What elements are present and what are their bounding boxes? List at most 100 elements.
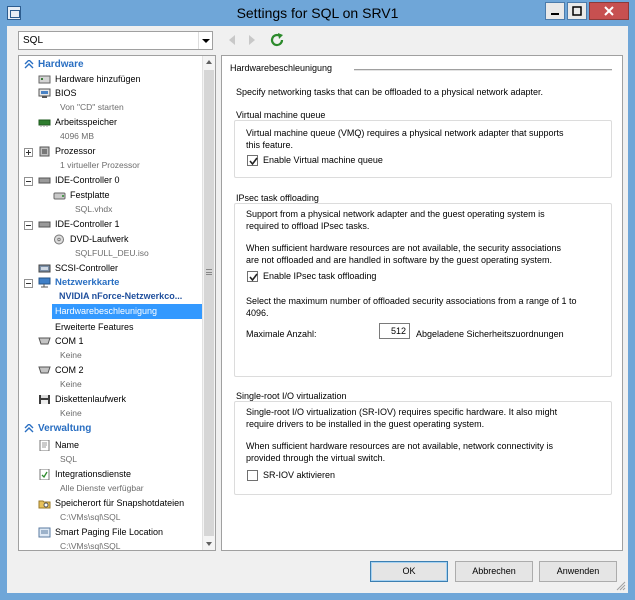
- integration-services-icon: [38, 468, 51, 481]
- apply-button[interactable]: Anwenden: [539, 561, 617, 582]
- vm-select-dropdown[interactable]: SQL: [18, 31, 213, 50]
- smart-paging-icon: [38, 527, 51, 538]
- scroll-down-arrow-icon[interactable]: [206, 542, 212, 546]
- com-port-icon: [38, 336, 51, 347]
- scsi-controller-icon: [38, 263, 51, 274]
- ok-button[interactable]: OK: [370, 561, 448, 582]
- ide-controller-icon: [38, 175, 51, 186]
- resize-grip-icon[interactable]: [616, 581, 626, 591]
- ipsec-range-2: 4096.: [246, 308, 269, 318]
- sriov-desc-2: require drivers to be installed in the g…: [246, 419, 485, 429]
- tree-item-snapshot-location[interactable]: Speicherort für Snapshotdateien: [55, 498, 184, 508]
- scroll-up-arrow-icon[interactable]: [206, 60, 212, 64]
- tree-item-com1[interactable]: COM 1: [55, 336, 84, 346]
- collapse-chevron-icon[interactable]: [24, 424, 34, 434]
- bios-icon: [38, 88, 51, 99]
- heading-divider: [354, 69, 612, 71]
- tree-item-hardware-acceleration[interactable]: Hardwarebeschleunigung: [55, 306, 157, 316]
- tree-sub-bios: Von "CD" starten: [60, 102, 124, 112]
- tree-sub-network-adapter: NVIDIA nForce-Netzwerkco...: [59, 291, 183, 301]
- settings-tree: Hardware Hardware hinzufügen BIOS Von "C…: [18, 55, 216, 551]
- tree-sub-com2: Keine: [60, 379, 82, 389]
- tree-item-bios[interactable]: BIOS: [55, 88, 77, 98]
- tree-item-name[interactable]: Name: [55, 440, 79, 450]
- maximize-button[interactable]: [567, 2, 587, 20]
- processor-icon: [38, 146, 51, 157]
- tree-item-com2[interactable]: COM 2: [55, 365, 84, 375]
- minimize-icon: [551, 13, 559, 15]
- max-count-unit: Abgeladene Sicherheitszuordnungen: [416, 329, 564, 339]
- tree-item-scsi-controller[interactable]: SCSI-Controller: [55, 263, 118, 273]
- collapse-ide1-icon[interactable]: [24, 221, 33, 230]
- sriov-desc-1: Single-root I/O virtualization (SR-IOV) …: [246, 407, 558, 417]
- memory-icon: [38, 117, 51, 128]
- ipsec-desc-4: are not offloaded and are handled in sof…: [246, 255, 553, 265]
- close-button[interactable]: [589, 2, 629, 20]
- tree-item-ide-controller-1[interactable]: IDE-Controller 1: [55, 219, 120, 229]
- max-count-label: Maximale Anzahl:: [246, 329, 317, 339]
- back-arrow-icon[interactable]: [227, 34, 237, 46]
- tree-scrollbar[interactable]: [202, 56, 215, 550]
- tree-sub-integration-services: Alle Dienste verfügbar: [60, 483, 144, 493]
- tree-item-memory[interactable]: Arbeitsspeicher: [55, 117, 117, 127]
- com-port-icon: [38, 365, 51, 376]
- sriov-desc-3: When sufficient hardware resources are n…: [246, 441, 553, 451]
- checkmark-icon: [249, 157, 258, 166]
- minimize-button[interactable]: [545, 2, 565, 20]
- dropdown-arrow-icon[interactable]: [198, 32, 212, 49]
- vmq-checkbox[interactable]: [247, 155, 258, 166]
- window-title: Settings for SQL on SRV1: [236, 5, 399, 21]
- refresh-icon[interactable]: [269, 32, 285, 48]
- tree-item-network-adapter[interactable]: Netzwerkkarte: [55, 277, 119, 288]
- panel-intro: Specify networking tasks that can be off…: [236, 87, 544, 97]
- tree-item-floppy-drive[interactable]: Diskettenlaufwerk: [55, 394, 126, 404]
- tree-scrollbar-thumb[interactable]: [204, 70, 214, 536]
- tree-item-ide-controller-0[interactable]: IDE-Controller 0: [55, 175, 120, 185]
- expand-processor-icon[interactable]: [24, 148, 33, 157]
- scroll-grip-icon: [206, 269, 212, 275]
- max-count-input[interactable]: 512: [379, 323, 410, 339]
- vmq-checkbox-label[interactable]: Enable Virtual machine queue: [263, 154, 383, 166]
- forward-arrow-icon[interactable]: [247, 34, 257, 46]
- tree-item-add-hardware[interactable]: Hardware hinzufügen: [55, 74, 141, 84]
- sriov-desc-4: provided through the virtual switch.: [246, 453, 386, 463]
- tree-item-integration-services[interactable]: Integrationsdienste: [55, 469, 131, 479]
- title-bar: Settings for SQL on SRV1: [0, 0, 635, 26]
- tree-item-hard-disk[interactable]: Festplatte: [70, 190, 110, 200]
- maximize-icon: [572, 6, 582, 16]
- tree-item-smart-paging[interactable]: Smart Paging File Location: [55, 527, 163, 537]
- ide-controller-icon: [38, 219, 51, 230]
- tree-item-advanced-features[interactable]: Erweiterte Features: [55, 322, 134, 332]
- hardware-section-header[interactable]: Hardware: [38, 59, 84, 70]
- close-icon: [604, 6, 614, 16]
- name-icon: [38, 439, 51, 452]
- ipsec-range-1: Select the maximum number of offloaded s…: [246, 296, 577, 306]
- tree-item-processor[interactable]: Prozessor: [55, 146, 96, 156]
- tree-sub-name: SQL: [60, 454, 78, 464]
- cancel-button[interactable]: Abbrechen: [455, 561, 533, 582]
- sriov-checkbox-label[interactable]: SR-IOV aktivieren: [263, 469, 335, 481]
- tree-item-dvd-drive[interactable]: DVD-Laufwerk: [70, 234, 129, 244]
- hard-disk-icon: [53, 190, 66, 201]
- floppy-drive-icon: [38, 394, 51, 405]
- collapse-ide0-icon[interactable]: [24, 177, 33, 186]
- sriov-checkbox[interactable]: [247, 470, 258, 481]
- tree-sub-dvd-drive: SQLFULL_DEU.iso: [75, 248, 149, 258]
- collapse-network-icon[interactable]: [24, 279, 33, 288]
- tree-sub-com1: Keine: [60, 350, 82, 360]
- add-hardware-icon: [38, 74, 51, 85]
- collapse-chevron-icon[interactable]: [24, 60, 34, 70]
- tree-sub-processor: 1 virtueller Prozessor: [60, 160, 140, 170]
- checkmark-icon: [249, 273, 258, 282]
- tree-sub-floppy-drive: Keine: [60, 408, 82, 418]
- snapshot-location-icon: [38, 498, 51, 509]
- management-section-header[interactable]: Verwaltung: [38, 423, 91, 434]
- vmq-desc-1: Virtual machine queue (VMQ) requires a p…: [246, 128, 564, 138]
- ipsec-checkbox-label[interactable]: Enable IPsec task offloading: [263, 270, 376, 282]
- tree-sub-snapshot-location: C:\VMs\sql\SQL: [60, 512, 121, 522]
- ipsec-desc-2: required to offload IPsec tasks.: [246, 221, 370, 231]
- ipsec-desc-3: When sufficient hardware resources are n…: [246, 243, 561, 253]
- panel-heading: Hardwarebeschleunigung: [230, 63, 333, 73]
- ipsec-checkbox[interactable]: [247, 271, 258, 282]
- ipsec-desc-1: Support from a physical network adapter …: [246, 209, 545, 219]
